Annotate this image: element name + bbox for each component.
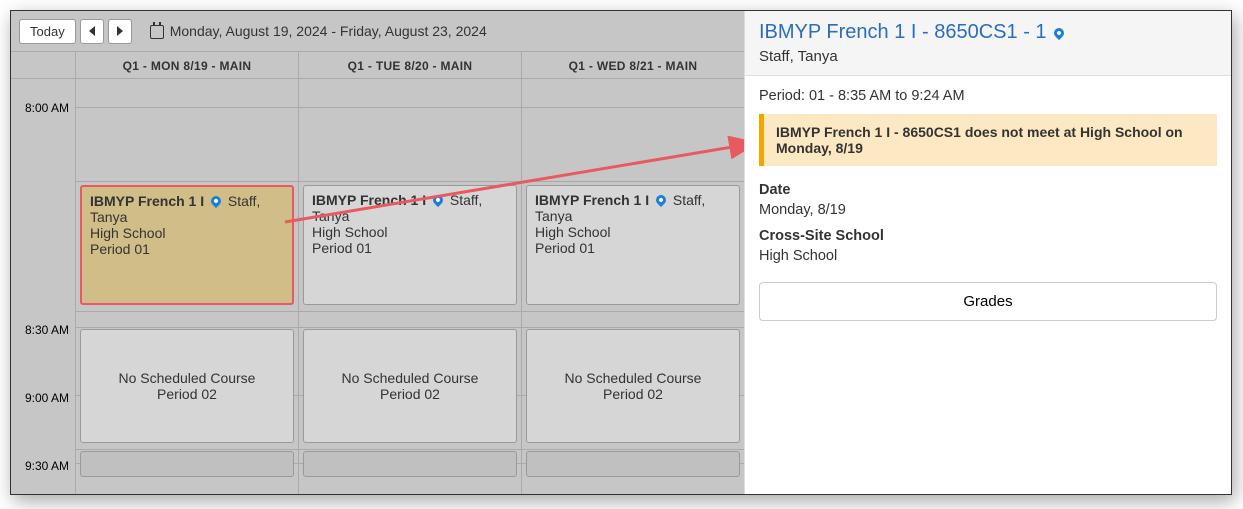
prev-button[interactable] — [80, 19, 104, 44]
event-title: IBMYP French 1 I — [312, 192, 426, 208]
calendar-icon — [150, 25, 164, 39]
day-header: Q1 - MON 8/19 - MAIN — [75, 52, 298, 78]
column-headers: Q1 - MON 8/19 - MAIN Q1 - TUE 8/20 - MAI… — [11, 51, 744, 79]
next-button[interactable] — [108, 19, 132, 44]
date-range: Monday, August 19, 2024 - Friday, August… — [150, 23, 487, 39]
empty-slot[interactable]: No Scheduled Course Period 02 — [303, 329, 517, 443]
pin-icon — [431, 193, 445, 207]
today-button[interactable]: Today — [19, 19, 76, 44]
alert-banner: IBMYP French 1 I - 8650CS1 does not meet… — [759, 114, 1217, 166]
date-value: Monday, 8/19 — [759, 202, 1217, 218]
school-value: High School — [759, 248, 1217, 264]
time-label: 9:00 AM — [11, 391, 75, 459]
empty-slot-period: Period 02 — [380, 386, 440, 402]
empty-slot[interactable] — [526, 451, 740, 477]
chevron-left-icon — [89, 26, 95, 36]
grades-button[interactable]: Grades — [759, 282, 1217, 321]
event-school: High School — [90, 225, 166, 241]
event-school: High School — [535, 224, 611, 240]
pin-icon — [1051, 25, 1065, 39]
event-period: Period 01 — [535, 240, 595, 256]
school-label: Cross-Site School — [759, 228, 1217, 244]
calendar-event[interactable]: IBMYP French 1 I Staff, Tanya High Schoo… — [303, 185, 517, 305]
event-period: Period 01 — [90, 241, 150, 257]
empty-slot-text: No Scheduled Course — [565, 370, 702, 386]
event-title: IBMYP French 1 I — [90, 193, 204, 209]
time-label: 8:30 AM — [11, 323, 75, 391]
empty-slot[interactable]: No Scheduled Course Period 02 — [80, 329, 294, 443]
empty-slot-text: No Scheduled Course — [119, 370, 256, 386]
pin-icon — [654, 193, 668, 207]
empty-slot[interactable] — [303, 451, 517, 477]
empty-slot-period: Period 02 — [603, 386, 663, 402]
event-title: IBMYP French 1 I — [535, 192, 649, 208]
day-header: Q1 - WED 8/21 - MAIN — [521, 52, 744, 78]
calendar-event-selected[interactable]: IBMYP French 1 I Staff, Tanya High Schoo… — [80, 185, 294, 305]
date-label: Date — [759, 182, 1217, 198]
empty-slot-text: No Scheduled Course — [342, 370, 479, 386]
event-period: Period 01 — [312, 240, 372, 256]
empty-slot[interactable] — [80, 451, 294, 477]
empty-slot-period: Period 02 — [157, 386, 217, 402]
panel-staff: Staff, Tanya — [759, 48, 1217, 65]
panel-title: IBMYP French 1 I - 8650CS1 - 1 — [759, 21, 1217, 44]
pin-icon — [209, 194, 223, 208]
panel-period: Period: 01 - 8:35 AM to 9:24 AM — [759, 88, 1217, 104]
calendar-event[interactable]: IBMYP French 1 I Staff, Tanya High Schoo… — [526, 185, 740, 305]
day-header: Q1 - TUE 8/20 - MAIN — [298, 52, 521, 78]
time-label: 8:00 AM — [11, 101, 75, 323]
time-label: 9:30 AM — [11, 459, 75, 473]
empty-slot[interactable]: No Scheduled Course Period 02 — [526, 329, 740, 443]
chevron-right-icon — [117, 26, 123, 36]
event-school: High School — [312, 224, 388, 240]
